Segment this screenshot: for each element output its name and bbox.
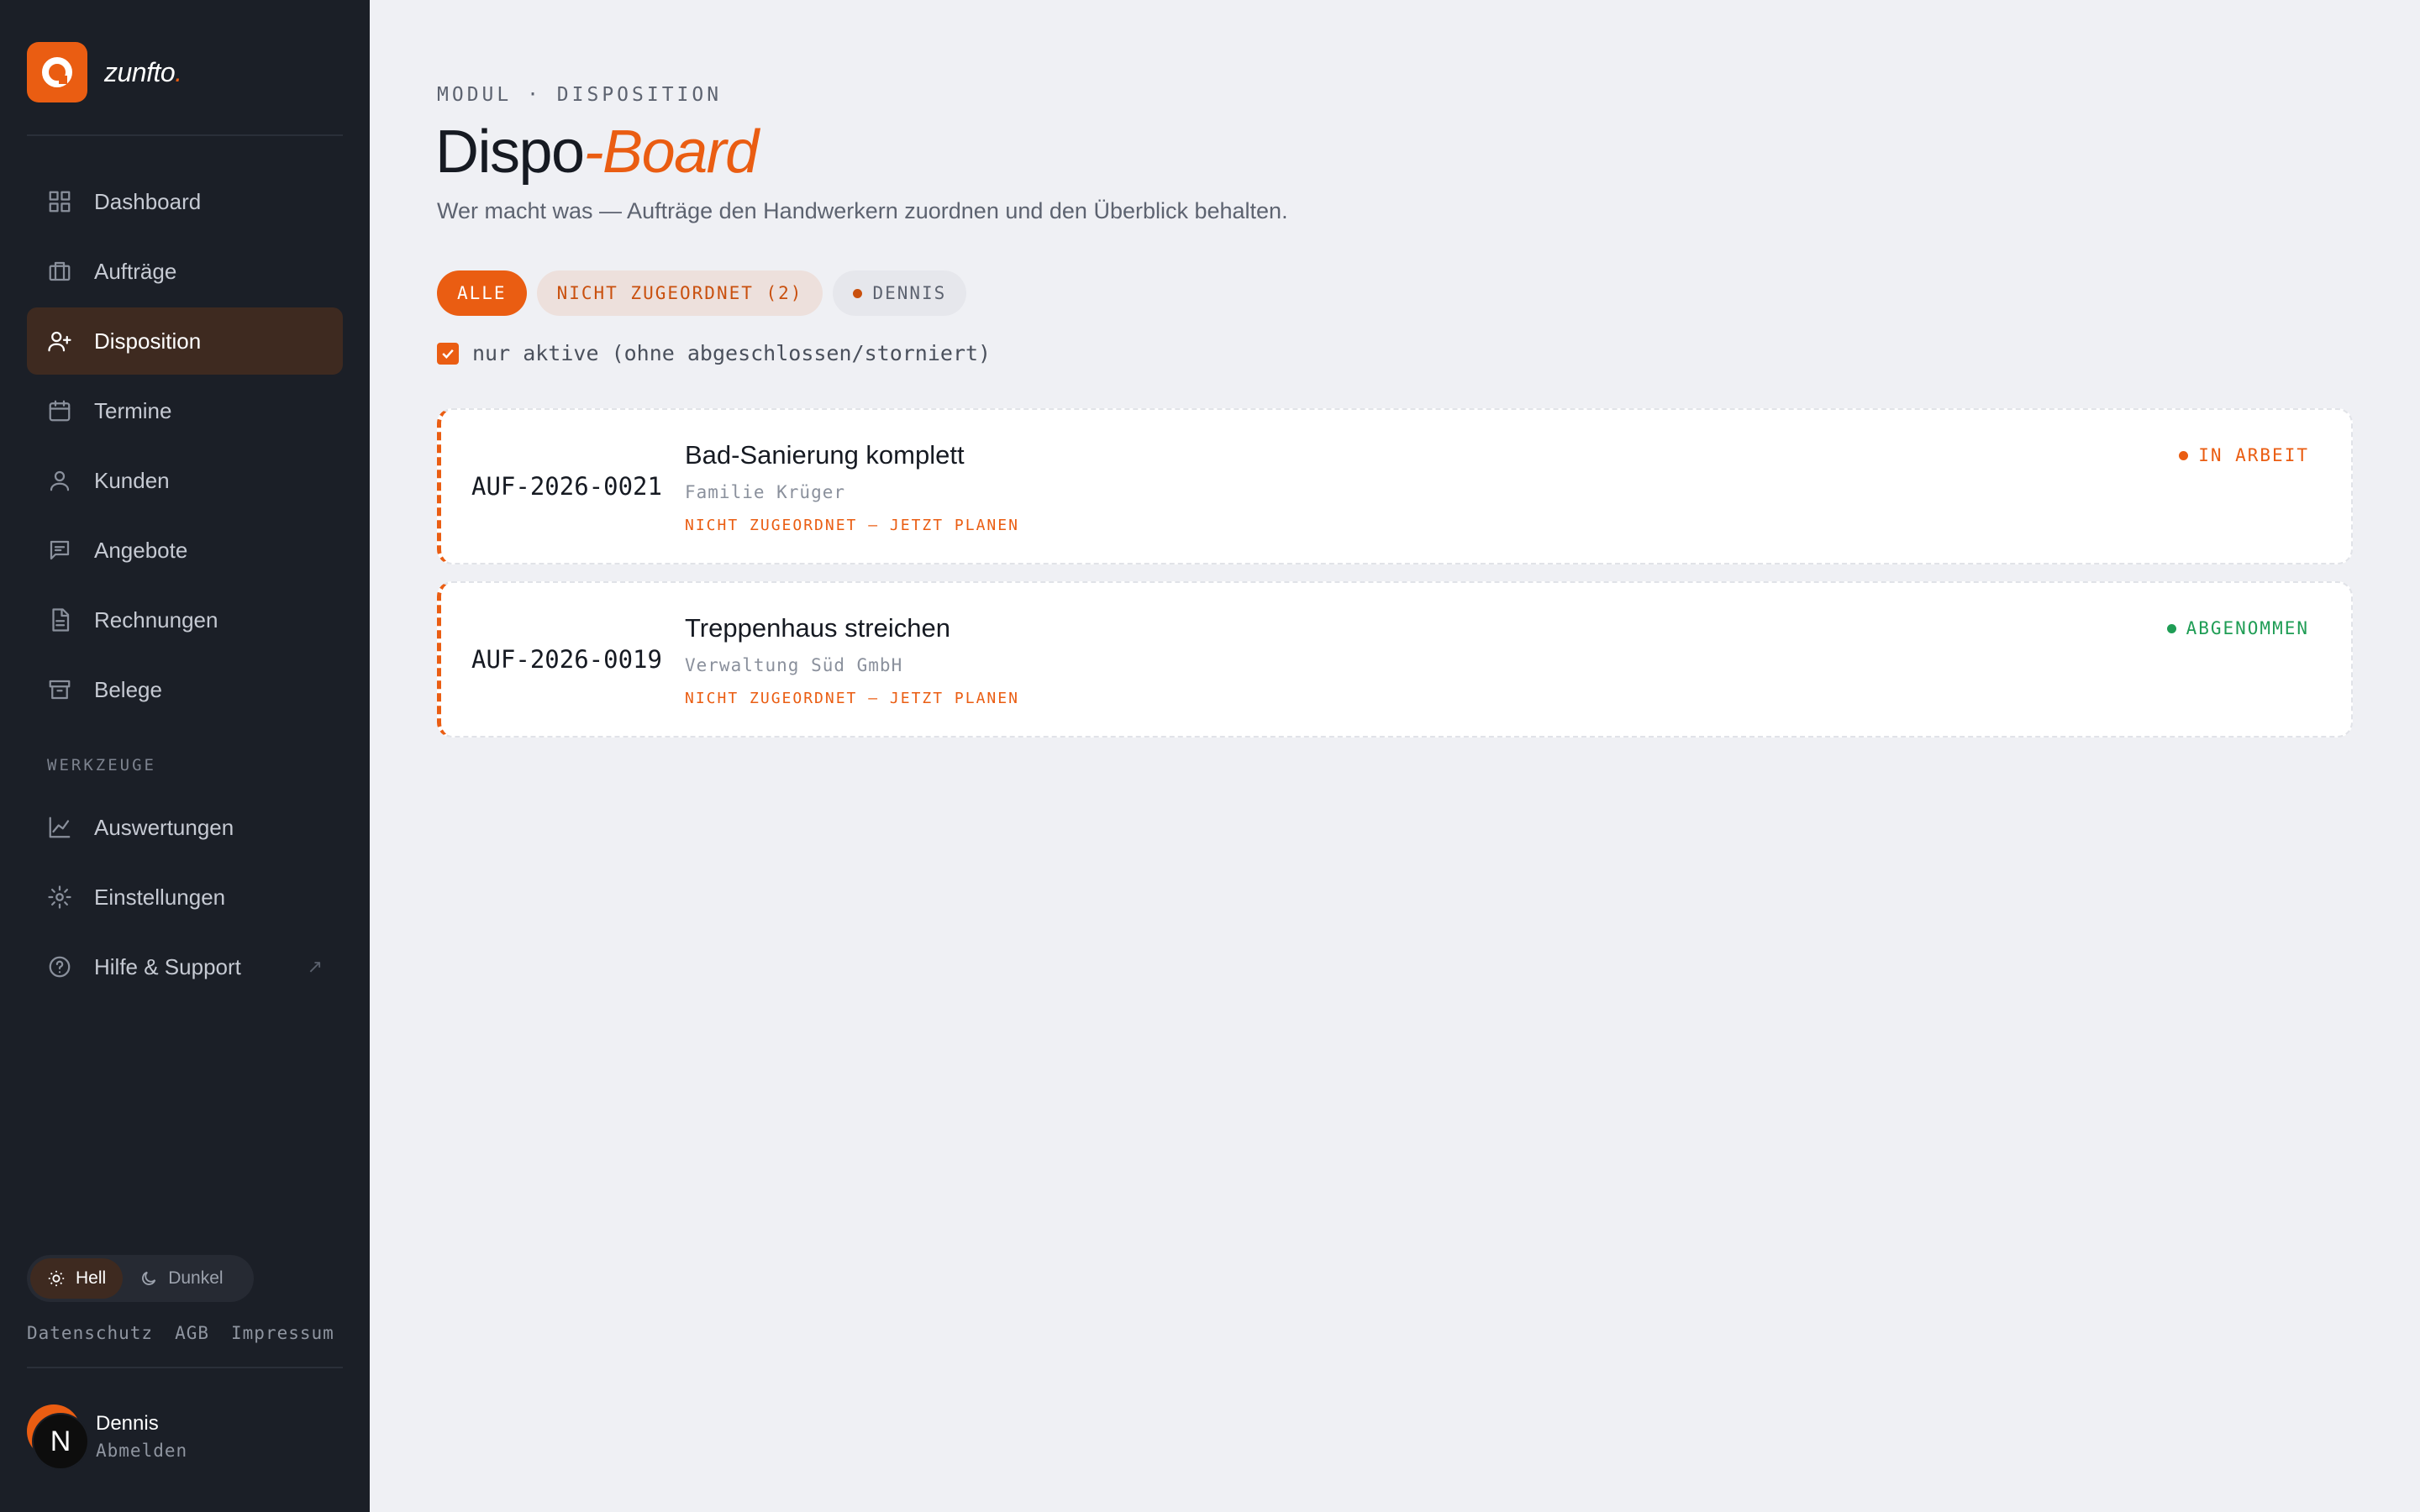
- moon-icon: [142, 1271, 156, 1285]
- brand-name: zunfto.: [104, 56, 182, 87]
- briefcase-icon: [47, 259, 72, 284]
- order-id: AUF-2026-0019: [471, 645, 662, 674]
- legal-links: Datenschutz AGB Impressum: [27, 1323, 334, 1343]
- logo-icon: [27, 42, 87, 102]
- user-icon: [47, 468, 72, 493]
- active-only-checkbox[interactable]: [437, 342, 459, 365]
- nav-item-kunden[interactable]: Kunden: [27, 447, 343, 514]
- order-client: Verwaltung Süd GmbH: [685, 655, 903, 675]
- order-assign-link[interactable]: NICHT ZUGEORDNET — JETZT PLANEN: [685, 690, 1019, 707]
- order-title: Treppenhaus streichen: [685, 613, 950, 643]
- title-main: Dispo: [435, 118, 585, 186]
- nav-item-dashboard[interactable]: Dashboard: [27, 168, 343, 235]
- status-dot-icon: [2166, 623, 2176, 633]
- title-accent: -Board: [583, 118, 760, 186]
- status-badge: ABGENOMMEN: [2166, 618, 2309, 638]
- nav-item-belege[interactable]: Belege: [27, 656, 343, 723]
- nav-item-einstellungen[interactable]: Einstellungen: [27, 864, 343, 931]
- theme-dark-label: Dunkel: [168, 1268, 224, 1288]
- person-dot-icon: [853, 288, 863, 298]
- tools-section-label: WERKZEUGE: [47, 756, 156, 774]
- status-label: IN ARBEIT: [2198, 445, 2309, 465]
- nav-label: Auswertungen: [94, 814, 234, 840]
- active-only-label: nur aktive (ohne abgeschlossen/storniert…: [472, 341, 992, 365]
- grid-icon: [47, 189, 72, 214]
- filter-person[interactable]: DENNIS: [833, 270, 967, 316]
- page-title: Dispo-Board: [435, 118, 760, 186]
- nav-label: Angebote: [94, 537, 188, 563]
- user-profile: N Dennis Abmelden: [27, 1404, 187, 1468]
- breadcrumb: MODUL · DISPOSITION: [437, 84, 723, 106]
- nav-item-termine[interactable]: Termine: [27, 377, 343, 444]
- logout-link[interactable]: Abmelden: [96, 1441, 187, 1461]
- status-badge: IN ARBEIT: [2179, 445, 2309, 465]
- order-client: Familie Krüger: [685, 482, 846, 502]
- theme-toggle: Hell Dunkel: [27, 1255, 254, 1302]
- filter-all[interactable]: ALLE: [437, 270, 527, 316]
- check-icon: [442, 349, 454, 359]
- status-dot-icon: [2179, 450, 2189, 460]
- divider: [27, 134, 343, 136]
- order-card[interactable]: AUF-2026-0021 Bad-Sanierung komplett Fam…: [437, 408, 2353, 564]
- nav-label: Hilfe & Support: [94, 953, 241, 979]
- tools-nav: Auswertungen Einstellungen Hilfe & Suppo…: [27, 794, 343, 1003]
- link-datenschutz[interactable]: Datenschutz: [27, 1323, 153, 1343]
- nav-label: Aufträge: [94, 258, 177, 284]
- nav-label: Kunden: [94, 467, 170, 493]
- nav-item-auftraege[interactable]: Aufträge: [27, 238, 343, 305]
- nav-item-auswertungen[interactable]: Auswertungen: [27, 794, 343, 861]
- avatar-initial: N: [34, 1415, 87, 1468]
- external-link-icon: ↗: [307, 956, 323, 977]
- order-list: AUF-2026-0021 Bad-Sanierung komplett Fam…: [437, 408, 2353, 754]
- theme-light-label: Hell: [76, 1268, 107, 1288]
- nav-item-angebote[interactable]: Angebote: [27, 517, 343, 584]
- page-subtitle: Wer macht was — Aufträge den Handwerkern…: [437, 198, 1288, 223]
- order-assign-link[interactable]: NICHT ZUGEORDNET — JETZT PLANEN: [685, 517, 1019, 534]
- filter-unassigned[interactable]: NICHT ZUGEORDNET (2): [536, 270, 823, 316]
- link-agb[interactable]: AGB: [175, 1323, 209, 1343]
- user-name: Dennis: [96, 1412, 159, 1435]
- chart-icon: [47, 815, 72, 840]
- filter-bar: ALLE NICHT ZUGEORDNET (2) DENNIS: [437, 270, 967, 316]
- nav-label: Dashboard: [94, 188, 202, 214]
- order-card[interactable]: AUF-2026-0019 Treppenhaus streichen Verw…: [437, 581, 2353, 738]
- message-icon: [47, 538, 72, 563]
- nav-item-disposition[interactable]: Disposition: [27, 307, 343, 375]
- archive-icon: [47, 677, 72, 702]
- sun-icon: [48, 1270, 65, 1287]
- file-icon: [47, 607, 72, 633]
- brand[interactable]: zunfto.: [27, 42, 182, 102]
- theme-dark-button[interactable]: Dunkel: [123, 1258, 239, 1299]
- nav-label: Belege: [94, 676, 162, 702]
- filter-person-label: DENNIS: [872, 283, 947, 303]
- nav-item-hilfe[interactable]: Hilfe & Support ↗: [27, 933, 343, 1000]
- gear-icon: [47, 885, 72, 910]
- calendar-icon: [47, 398, 72, 423]
- nav-label: Disposition: [94, 328, 202, 354]
- nav-label: Einstellungen: [94, 884, 226, 910]
- user-plus-icon: [47, 328, 72, 354]
- order-id: AUF-2026-0021: [471, 472, 662, 501]
- help-icon: [47, 954, 72, 979]
- main-nav: Dashboard Aufträge Disposition Termine K…: [27, 168, 343, 726]
- avatar[interactable]: N: [27, 1404, 91, 1468]
- sidebar: zunfto. Dashboard Aufträge Disposition T…: [0, 0, 370, 1512]
- theme-light-button[interactable]: Hell: [30, 1258, 124, 1299]
- nav-item-rechnungen[interactable]: Rechnungen: [27, 586, 343, 654]
- nav-label: Rechnungen: [94, 606, 218, 633]
- active-only-filter[interactable]: nur aktive (ohne abgeschlossen/storniert…: [437, 341, 991, 365]
- link-impressum[interactable]: Impressum: [231, 1323, 334, 1343]
- order-title: Bad-Sanierung komplett: [685, 440, 965, 470]
- divider: [27, 1367, 343, 1368]
- status-label: ABGENOMMEN: [2186, 618, 2309, 638]
- nav-label: Termine: [94, 397, 172, 423]
